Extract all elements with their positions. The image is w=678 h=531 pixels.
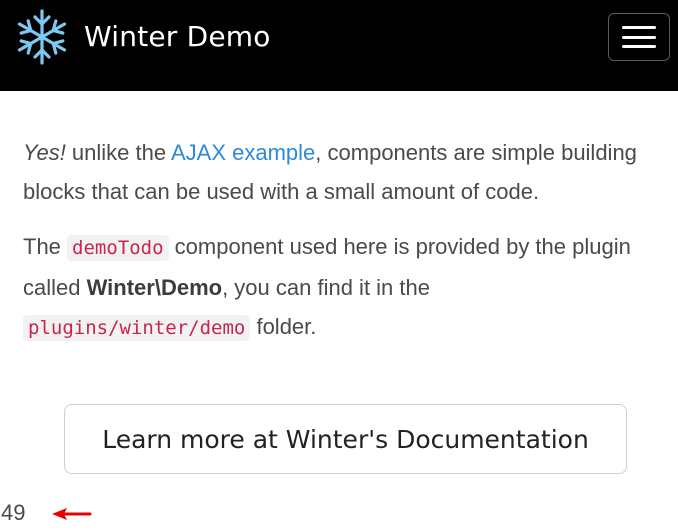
menu-toggle-button[interactable] <box>608 13 670 61</box>
component-text-start: The <box>23 234 68 259</box>
hamburger-menu-icon <box>622 26 656 48</box>
winter-docs-button[interactable]: Learn more at Winter's Documentation <box>64 404 627 474</box>
plugin-folder-code: plugins/winter/demo <box>23 315 251 341</box>
main-content: Yes! unlike the AJAX example, components… <box>23 133 673 364</box>
red-left-arrow-icon <box>52 508 92 520</box>
intro-text-before-link: unlike the <box>65 140 171 165</box>
top-navbar: Winter Demo <box>0 0 678 91</box>
ajax-example-link[interactable]: AJAX example <box>171 140 315 165</box>
plugin-name: Winter\Demo <box>86 275 223 300</box>
brand-title: Winter Demo <box>84 20 271 53</box>
demo-todo-code: demoTodo <box>67 235 169 261</box>
page-number: 49 <box>1 500 26 525</box>
brand-link[interactable]: Winter Demo <box>12 6 271 68</box>
component-text-end: folder. <box>250 314 317 339</box>
intro-lead: Yes! <box>23 140 66 165</box>
component-paragraph: The demoTodo component used here is prov… <box>23 227 673 348</box>
component-text-mid2: , you can find it in the <box>222 275 430 300</box>
snowflake-icon <box>17 9 67 65</box>
intro-paragraph: Yes! unlike the AJAX example, components… <box>23 133 673 211</box>
